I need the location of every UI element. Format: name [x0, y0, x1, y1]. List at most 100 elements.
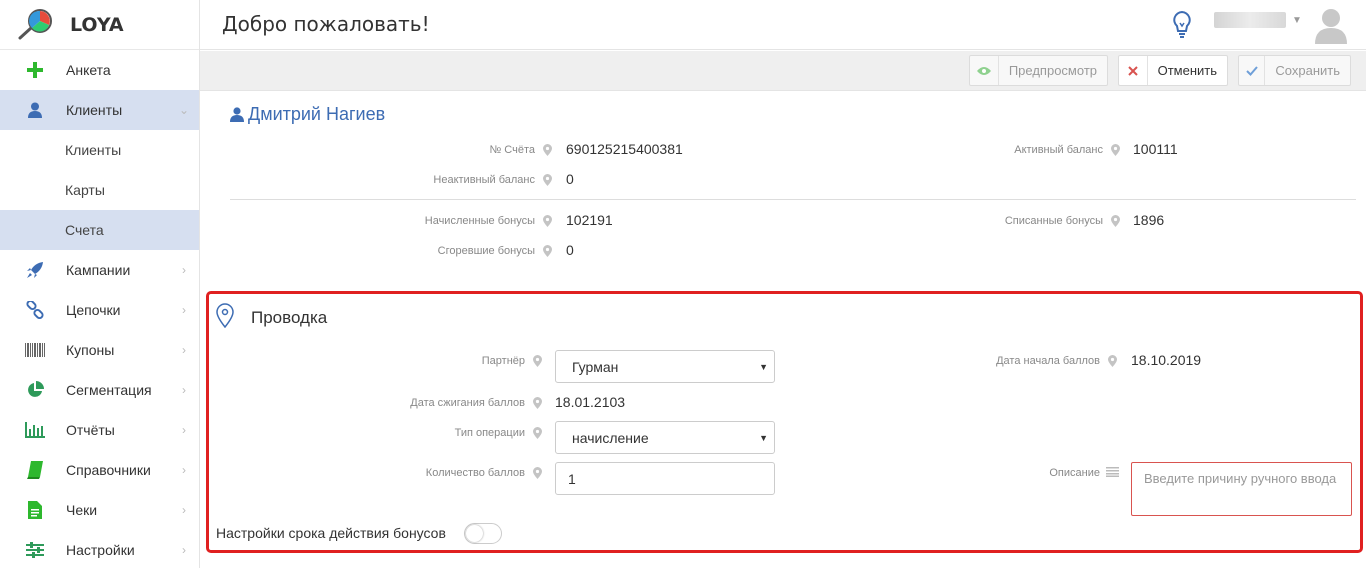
partner-label: Партнёр — [481, 355, 525, 367]
sidebar-item-label: Клиенты — [66, 102, 123, 118]
pin-icon — [543, 144, 552, 156]
sidebar-subitem-label: Клиенты — [65, 142, 122, 158]
sidebar-item-label: Сегментация — [66, 382, 152, 398]
sidebar-item-segmentation[interactable]: Сегментация › — [0, 370, 199, 410]
close-icon — [1119, 56, 1148, 85]
caret-down-icon[interactable]: ▼ — [1292, 15, 1302, 26]
chevron-right-icon: › — [182, 423, 186, 437]
pin-icon — [1111, 144, 1120, 156]
sidebar-item-chains[interactable]: Цепочки › — [0, 290, 199, 330]
spent-bonuses-label: Списанные бонусы — [1004, 215, 1103, 227]
sidebar-item-reports[interactable]: Отчёты › — [0, 410, 199, 450]
operation-type-label: Тип операции — [454, 427, 525, 439]
logo[interactable]: LOYA — [0, 0, 199, 50]
link-icon — [0, 301, 66, 319]
section-title: Проводка — [251, 308, 328, 327]
validity-settings-toggle[interactable] — [464, 523, 502, 544]
preview-button[interactable]: Предпросмотр — [969, 55, 1108, 86]
pin-icon — [533, 355, 542, 367]
cancel-button[interactable]: Отменить — [1118, 55, 1228, 86]
spent-bonuses-value: 1896 — [1133, 212, 1165, 228]
pie-chart-icon — [0, 381, 66, 399]
page-title: Добро пожаловать! — [222, 12, 430, 36]
user-icon — [0, 102, 66, 118]
accrued-bonuses-value: 102191 — [566, 212, 613, 228]
eye-icon — [970, 56, 999, 85]
divider — [230, 199, 1356, 200]
chevron-right-icon: › — [182, 383, 186, 397]
sidebar-subitem-cards[interactable]: Карты — [0, 170, 199, 210]
active-balance-label: Активный баланс — [1014, 144, 1103, 156]
burned-bonuses-label: Сгоревшие бонусы — [437, 245, 535, 257]
sidebar-item-clients[interactable]: Клиенты ⌄ — [0, 90, 199, 130]
pin-icon — [533, 397, 542, 409]
preview-label: Предпросмотр — [1008, 63, 1097, 78]
rocket-icon — [0, 261, 66, 279]
sidebar-subitem-label: Карты — [65, 182, 105, 198]
account-number-value: 690125215400381 — [566, 141, 683, 157]
caret-down-icon: ▼ — [759, 433, 768, 443]
sidebar-item-anketa[interactable]: Анкета — [0, 50, 199, 90]
client-name: Дмитрий Нагиев — [230, 104, 385, 125]
save-label: Сохранить — [1275, 63, 1340, 78]
burn-date-value: 18.01.2103 — [555, 394, 626, 410]
sidebar-item-label: Купоны — [66, 342, 115, 358]
burned-bonuses-value: 0 — [566, 242, 574, 258]
sidebar-item-label: Кампании — [66, 262, 131, 278]
user-icon — [230, 107, 244, 122]
caret-down-icon: ▼ — [759, 362, 768, 372]
map-marker-icon — [216, 303, 234, 328]
sidebar-item-campaigns[interactable]: Кампании › — [0, 250, 199, 290]
pin-icon — [1108, 355, 1117, 367]
lightbulb-icon[interactable] — [1172, 11, 1192, 39]
sidebar-item-label: Справочники — [66, 462, 151, 478]
operation-type-select[interactable]: начисление ▼ — [555, 421, 775, 454]
points-count-input[interactable]: 1 — [555, 462, 775, 495]
description-label: Описание — [1049, 467, 1100, 479]
partner-select[interactable]: Гурман ▼ — [555, 350, 775, 383]
sidebar-item-settings[interactable]: Настройки › — [0, 530, 199, 570]
inactive-balance-label: Неактивный баланс — [433, 174, 535, 186]
sidebar-item-receipts[interactable]: Чеки › — [0, 490, 199, 530]
pin-icon — [543, 245, 552, 257]
sliders-icon — [0, 542, 66, 558]
account-number-label: № Счёта — [489, 144, 535, 156]
sidebar-item-label: Цепочки — [66, 302, 121, 318]
chevron-right-icon: › — [182, 543, 186, 557]
sidebar-item-coupons[interactable]: Купоны › — [0, 330, 199, 370]
sidebar-subitem-clients[interactable]: Клиенты — [0, 130, 199, 170]
pin-icon — [543, 215, 552, 227]
client-name-text: Дмитрий Нагиев — [248, 104, 386, 124]
partner-select-value: Гурман — [572, 358, 619, 375]
accrued-bonuses-label: Начисленные бонусы — [424, 215, 535, 227]
start-date-label: Дата начала баллов — [996, 355, 1100, 367]
chevron-right-icon: › — [182, 263, 186, 277]
document-icon — [0, 501, 66, 519]
sidebar: LOYA Анкета Клиенты ⌄ Клиенты Карты Счет… — [0, 0, 200, 568]
chevron-right-icon: › — [182, 503, 186, 517]
barcode-icon — [0, 343, 66, 357]
sidebar-subitem-accounts[interactable]: Счета — [0, 210, 199, 250]
burn-date-label: Дата сжигания баллов — [410, 397, 525, 409]
pin-icon — [533, 427, 542, 439]
avatar[interactable] — [1312, 6, 1350, 44]
toggle-knob — [466, 525, 483, 542]
bar-chart-icon — [0, 422, 66, 438]
chevron-down-icon: ⌄ — [178, 103, 190, 117]
save-button[interactable]: Сохранить — [1238, 55, 1351, 86]
points-count-label: Количество баллов — [425, 467, 525, 479]
description-textarea[interactable]: Введите причину ручного ввода — [1131, 462, 1352, 516]
sidebar-item-references[interactable]: Справочники › — [0, 450, 199, 490]
sidebar-subitem-label: Счета — [65, 222, 104, 238]
plus-icon — [0, 62, 66, 78]
chevron-right-icon: › — [182, 463, 186, 477]
chevron-right-icon: › — [182, 343, 186, 357]
book-icon — [0, 461, 66, 479]
inactive-balance-value: 0 — [566, 171, 574, 187]
points-count-value: 1 — [568, 470, 576, 487]
operation-type-value: начисление — [572, 429, 649, 446]
pin-icon — [543, 174, 552, 186]
active-balance-value: 100111 — [1133, 141, 1178, 157]
action-toolbar: Предпросмотр Отменить Сохранить — [200, 51, 1366, 91]
user-name-blurred[interactable] — [1214, 12, 1286, 28]
